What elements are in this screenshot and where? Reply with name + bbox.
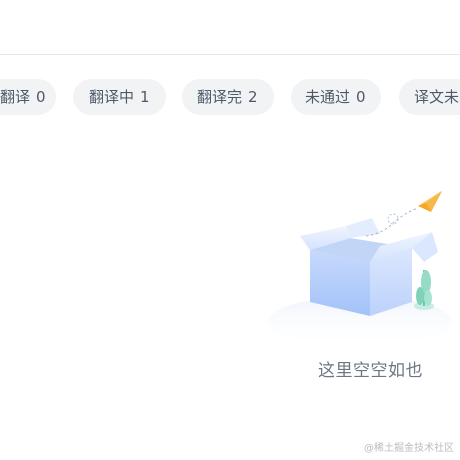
page: 翻译 0 翻译中 1 翻译完 2 未通过 0 译文未 这里空空如也 @稀土掘金技… bbox=[0, 0, 460, 460]
tab-label: 翻译中 bbox=[89, 88, 135, 106]
tab-count: 1 bbox=[140, 88, 150, 106]
box-icon bbox=[300, 218, 438, 316]
empty-box-illustration-icon bbox=[268, 191, 452, 348]
ground-shadow-icon bbox=[268, 296, 452, 348]
tab-translated[interactable]: 翻译完 2 bbox=[182, 79, 274, 115]
tab-untranslated[interactable]: 翻译 0 bbox=[0, 79, 56, 115]
tab-label: 未通过 bbox=[305, 88, 351, 106]
plant-icon bbox=[414, 270, 434, 310]
tab-label: 翻译完 bbox=[197, 88, 243, 106]
watermark: @稀土掘金技术社区 bbox=[364, 443, 454, 454]
tab-label: 翻译 bbox=[0, 88, 31, 106]
header-divider bbox=[0, 54, 460, 55]
tab-count: 0 bbox=[356, 88, 366, 106]
status-tab-bar: 翻译 0 翻译中 1 翻译完 2 未通过 0 译文未 bbox=[0, 79, 460, 115]
tab-count: 2 bbox=[248, 88, 258, 106]
tab-translating[interactable]: 翻译中 1 bbox=[73, 79, 166, 115]
tab-label: 译文未 bbox=[414, 88, 460, 106]
tab-rejected[interactable]: 未通过 0 bbox=[291, 79, 381, 115]
paper-plane-icon bbox=[418, 191, 442, 212]
tab-translation-pending[interactable]: 译文未 bbox=[399, 79, 460, 115]
tab-count: 0 bbox=[36, 88, 46, 106]
empty-state-message: 这里空空如也 bbox=[318, 361, 423, 381]
flight-path-icon bbox=[365, 207, 419, 237]
